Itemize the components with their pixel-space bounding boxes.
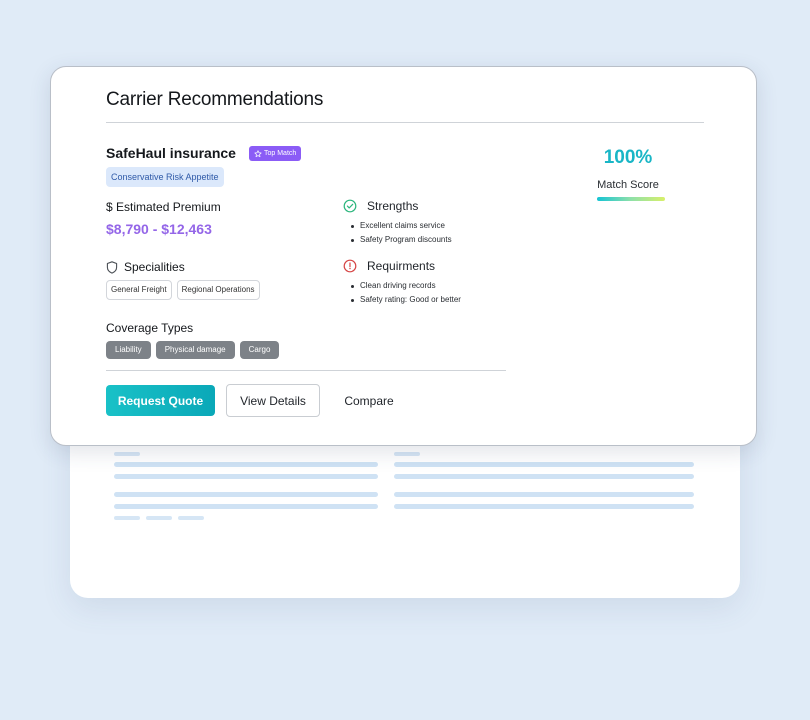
coverage-tag: Liability: [106, 341, 151, 359]
speciality-tag: Regional Operations: [176, 280, 260, 300]
speciality-tag: General Freight: [106, 280, 172, 300]
placeholder-line: [394, 474, 694, 479]
placeholder-line: [114, 462, 378, 467]
placeholder-line: [394, 462, 694, 467]
actions-divider: [106, 370, 506, 371]
badge-label: Top Match: [264, 150, 297, 157]
speciality-tags: General Freight Regional Operations: [106, 280, 260, 300]
strengths-list: Excellent claims service Safety Program …: [351, 219, 452, 247]
title-divider: [106, 122, 704, 123]
premium-label: $ Estimated Premium: [106, 200, 221, 214]
placeholder-line: [114, 492, 378, 497]
specialities-heading: Specialities: [106, 260, 185, 274]
card-title: Carrier Recommendations: [106, 89, 324, 110]
request-quote-button[interactable]: Request Quote: [106, 385, 215, 416]
shield-icon: [106, 260, 118, 274]
placeholder-line: [114, 474, 378, 479]
specialities-label: Specialities: [124, 260, 185, 274]
placeholder-line: [146, 516, 172, 520]
placeholder-line: [394, 452, 420, 456]
match-score-label: Match Score: [597, 179, 659, 191]
placeholder-line: [178, 516, 204, 520]
placeholder-line: [394, 492, 694, 497]
requirements-heading: Requirments: [343, 259, 435, 273]
view-details-button[interactable]: View Details: [226, 384, 320, 417]
list-item: Excellent claims service: [351, 219, 452, 233]
match-score-value: 100%: [603, 147, 653, 168]
info-circle-icon: [343, 259, 357, 273]
list-item: Clean driving records: [351, 279, 461, 293]
carrier-name: SafeHaul insurance: [106, 145, 236, 161]
coverage-tags: Liability Physical damage Cargo: [106, 341, 280, 359]
compare-button[interactable]: Compare: [334, 384, 404, 417]
check-circle-icon: [343, 199, 357, 213]
star-icon: [254, 149, 262, 157]
list-item: Safety Program discounts: [351, 233, 452, 247]
placeholder-line: [114, 452, 140, 456]
strengths-heading: Strengths: [343, 199, 418, 213]
risk-appetite-chip: Conservative Risk Appetite: [106, 167, 224, 187]
top-match-badge: Top Match: [249, 146, 302, 161]
strengths-label: Strengths: [367, 199, 419, 213]
requirements-list: Clean driving records Safety rating: Goo…: [351, 279, 461, 307]
coverage-types-heading: Coverage Types: [106, 321, 194, 335]
requirements-label: Requirments: [367, 259, 436, 273]
coverage-tag: Physical damage: [155, 341, 235, 359]
placeholder-line: [114, 504, 378, 509]
premium-range: $8,790 - $12,463: [106, 221, 212, 237]
coverage-tag: Cargo: [239, 341, 280, 359]
match-score-bar: [597, 197, 665, 201]
carrier-recommendation-card: Carrier Recommendations SafeHaul insuran…: [50, 66, 757, 446]
placeholder-line: [394, 504, 694, 509]
placeholder-line: [114, 516, 140, 520]
list-item: Safety rating: Good or better: [351, 293, 461, 307]
